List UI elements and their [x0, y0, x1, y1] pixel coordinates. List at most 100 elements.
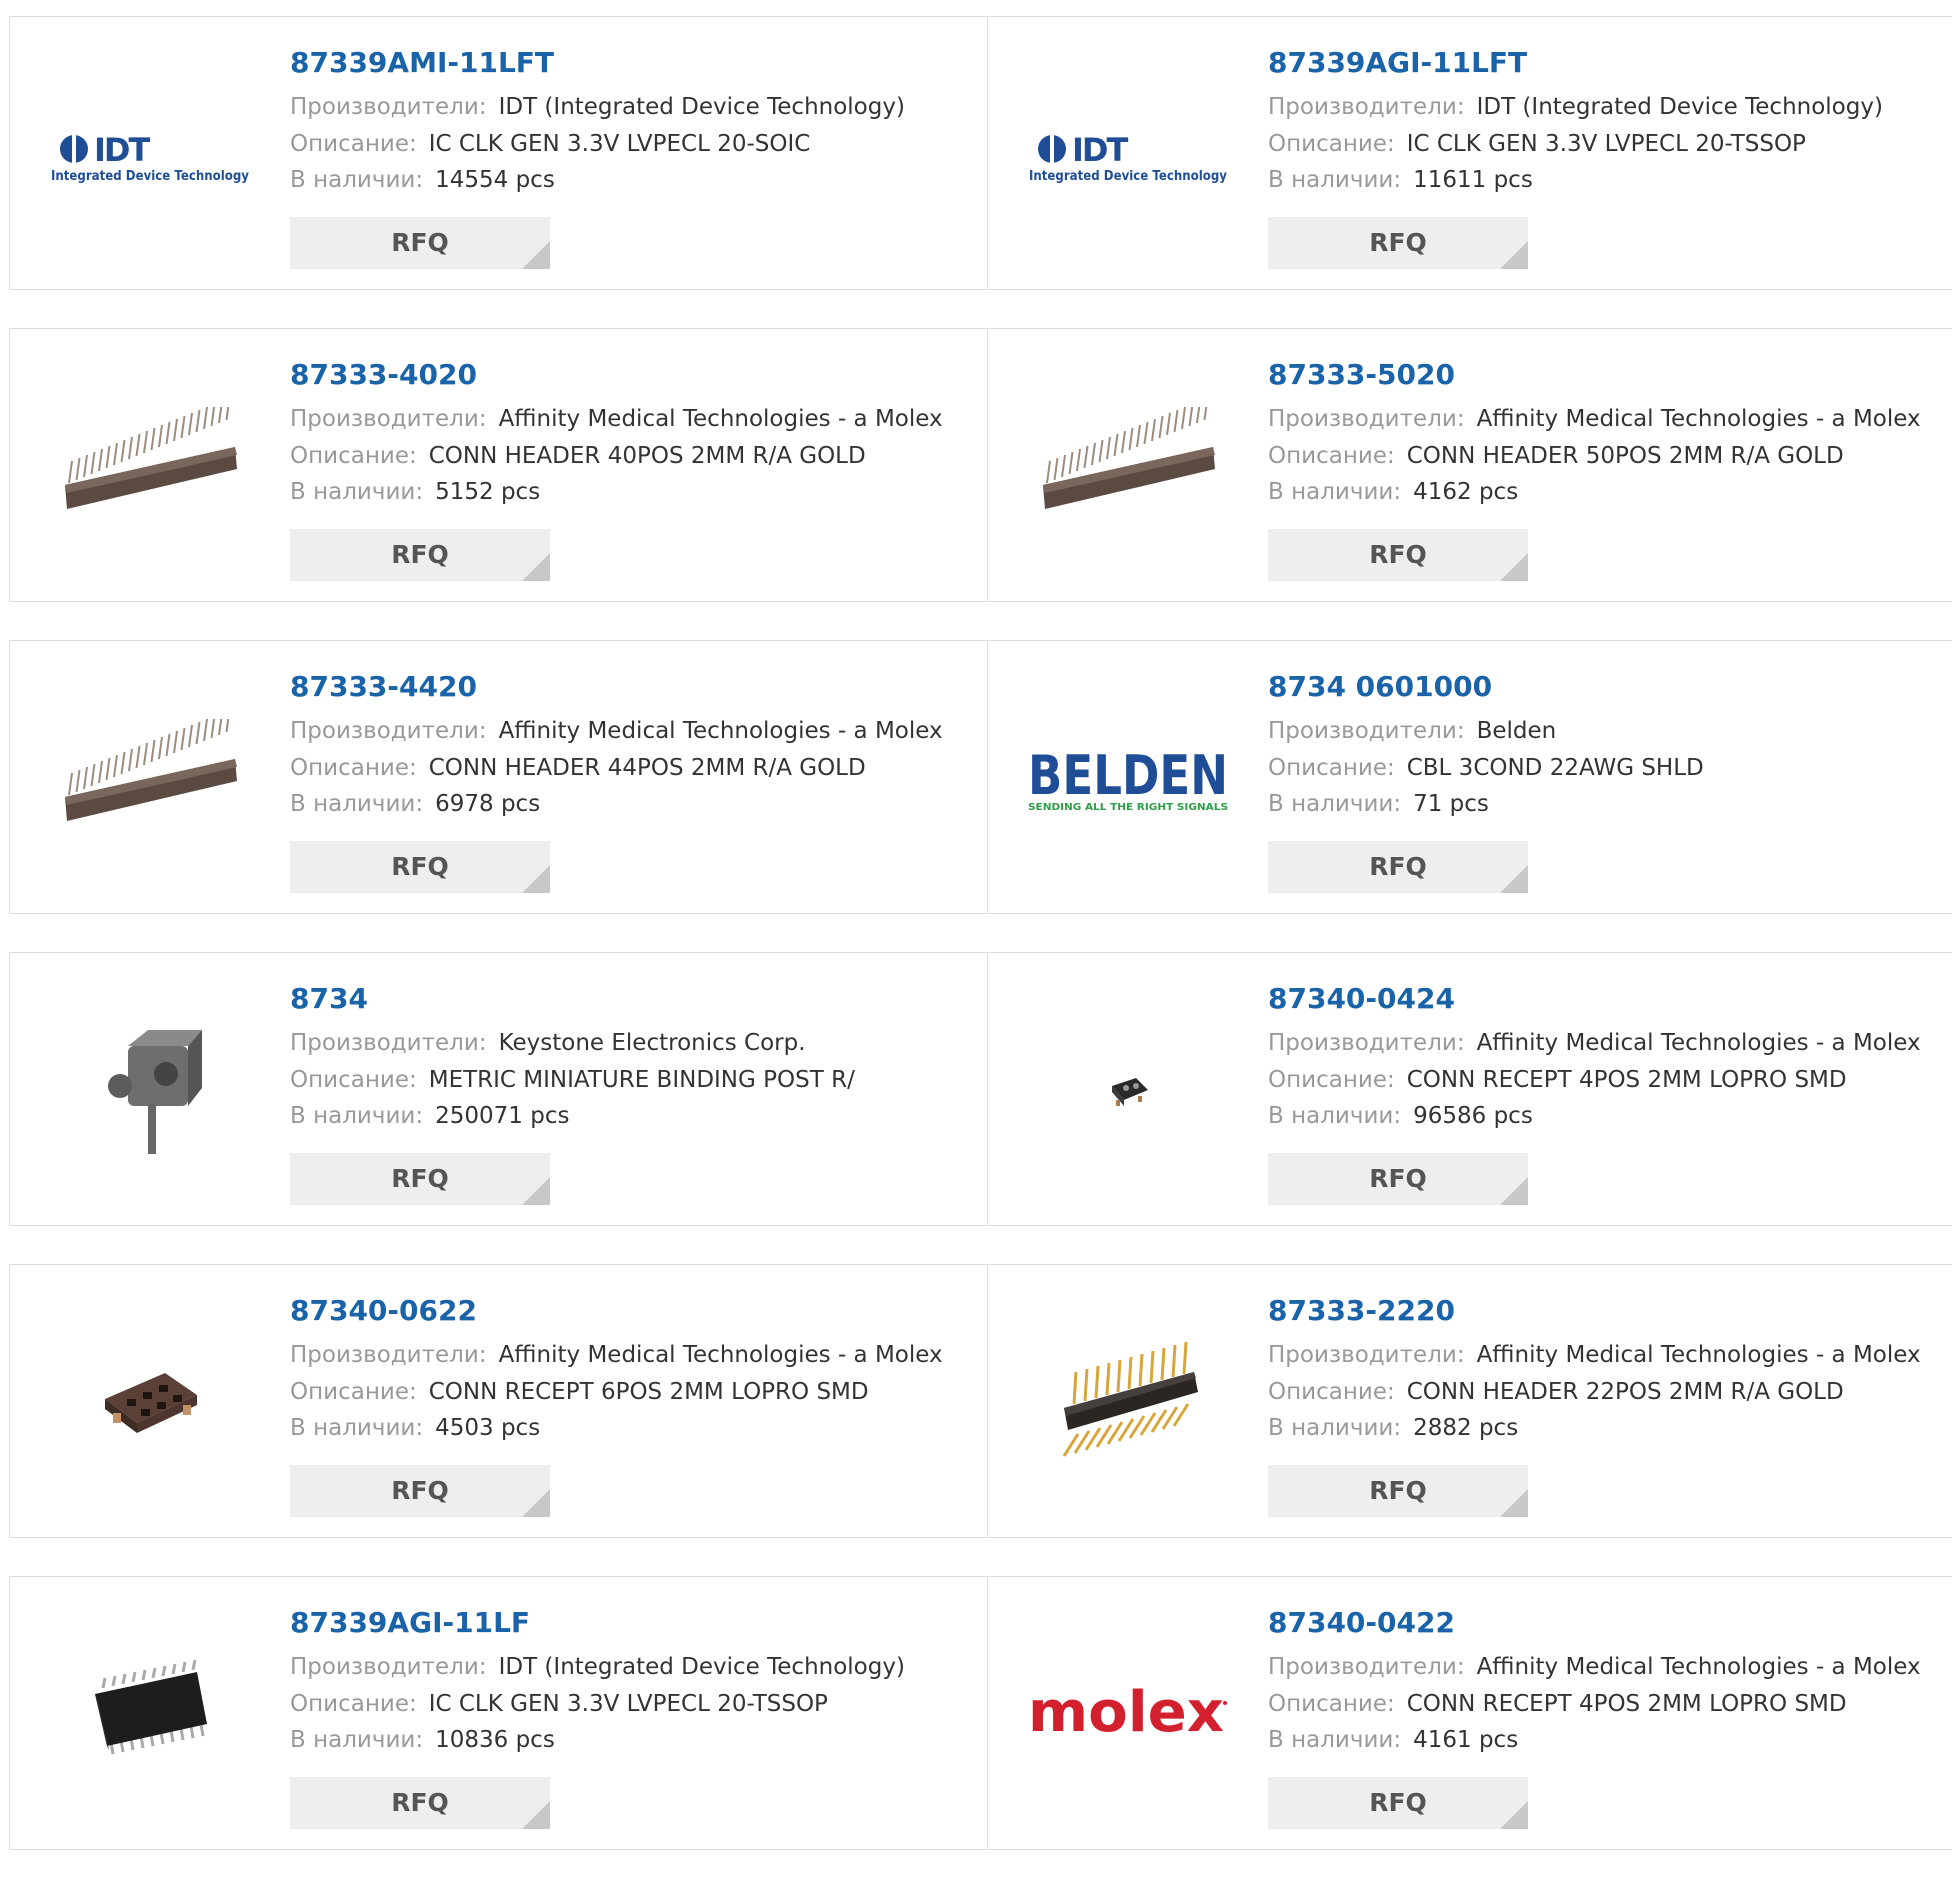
button-corner-decoration	[522, 1801, 550, 1829]
stock-label: В наличии:	[290, 479, 424, 505]
product-card: 87340-0424 Производители: Affinity Medica…	[987, 953, 1952, 1225]
rfq-button[interactable]: RFQ	[1268, 1153, 1528, 1205]
rfq-button[interactable]: RFQ	[1268, 841, 1528, 893]
stock-value: 14554 pcs	[435, 167, 555, 193]
part-number-link[interactable]: 8734	[290, 981, 855, 1017]
description-label: Описание:	[1268, 1690, 1395, 1717]
part-number-link[interactable]: 87340-0622	[290, 1293, 943, 1329]
manufacturer-label: Производители:	[290, 718, 487, 744]
product-row: 87333-4420 Производители: Affinity Medica…	[9, 640, 1952, 914]
product-card: 8734 Производители: Keystone Electronics …	[9, 953, 987, 1225]
svg-text:IDT: IDT	[1072, 131, 1128, 169]
stock-value: 96586 pcs	[1413, 1103, 1533, 1129]
stock-value: 5152 pcs	[435, 479, 541, 505]
product-card: molex 87340-0422 Производители: Affinity …	[987, 1577, 1952, 1849]
description-value: CONN HEADER 50POS 2MM R/A GOLD	[1406, 442, 1844, 469]
product-card: 87333-2220 Производители: Affinity Medica…	[987, 1265, 1952, 1537]
rfq-button[interactable]: RFQ	[290, 217, 550, 269]
rfq-button[interactable]: RFQ	[1268, 529, 1528, 581]
manufacturer-line: Производители: Affinity Medical Technolog…	[290, 401, 943, 438]
manufacturer-value: Affinity Medical Technologies - a Molex	[1476, 1654, 1921, 1680]
stock-value: 4161 pcs	[1413, 1727, 1519, 1753]
idt-logo-icon: IDT Integrated Device Technology	[51, 131, 249, 184]
idt-logo-icon: IDT Integrated Device Technology	[1029, 131, 1227, 184]
manufacturer-line: Производители: Affinity Medical Technolog…	[1268, 1337, 1921, 1374]
product-image[interactable]	[50, 1303, 250, 1503]
rfq-button[interactable]: RFQ	[290, 529, 550, 581]
stock-label: В наличии:	[290, 791, 424, 817]
product-image[interactable]	[1028, 991, 1228, 1191]
manufacturer-value: Affinity Medical Technologies - a Molex	[1476, 406, 1921, 432]
product-card: 87333-4020 Производители: Affinity Medica…	[9, 329, 987, 601]
manufacturer-label: Производители:	[1268, 1030, 1465, 1056]
description-value: CONN HEADER 44POS 2MM R/A GOLD	[428, 754, 866, 781]
receptacle-6pos-icon	[105, 1373, 197, 1433]
rfq-button[interactable]: RFQ	[290, 1153, 550, 1205]
manufacturer-label: Производители:	[290, 406, 487, 432]
manufacturer-label: Производители:	[1268, 94, 1465, 120]
stock-line: В наличии: 14554 pcs	[290, 162, 905, 199]
svg-text:BELDEN: BELDEN	[1028, 744, 1228, 807]
rfq-button[interactable]: RFQ	[1268, 217, 1528, 269]
product-image[interactable]	[50, 679, 250, 879]
svg-text:Integrated Device Technology: Integrated Device Technology	[1029, 169, 1227, 184]
button-corner-decoration	[522, 1177, 550, 1205]
part-number-link[interactable]: 87333-4020	[290, 357, 943, 393]
manufacturer-line: Производители: Affinity Medical Technolog…	[290, 1337, 943, 1374]
product-info: 87340-0424 Производители: Affinity Medica…	[1268, 981, 1921, 1135]
rfq-button[interactable]: RFQ	[1268, 1465, 1528, 1517]
part-number-link[interactable]: 87333-5020	[1268, 357, 1921, 393]
rfq-button[interactable]: RFQ	[290, 1465, 550, 1517]
button-corner-decoration	[1500, 553, 1528, 581]
part-number-link[interactable]: 87333-2220	[1268, 1293, 1921, 1329]
rfq-button[interactable]: RFQ	[290, 1777, 550, 1829]
stock-label: В наличии:	[1268, 1727, 1402, 1753]
manufacturer-value: Affinity Medical Technologies - a Molex	[1476, 1030, 1921, 1056]
product-image[interactable]	[50, 367, 250, 567]
part-number-link[interactable]: 87340-0422	[1268, 1605, 1921, 1641]
description-line: Описание: CBL 3COND 22AWG SHLD	[1268, 750, 1704, 787]
description-label: Описание:	[290, 1378, 417, 1405]
product-image[interactable]: IDT Integrated Device Technology	[50, 55, 250, 255]
small-receptacle-icon	[1112, 1078, 1148, 1106]
rfq-button[interactable]: RFQ	[290, 841, 550, 893]
description-line: Описание: CONN HEADER 44POS 2MM R/A GOLD	[290, 750, 943, 787]
stock-line: В наличии: 11611 pcs	[1268, 162, 1883, 199]
button-corner-decoration	[522, 553, 550, 581]
button-corner-decoration	[522, 1489, 550, 1517]
part-number-link[interactable]: 87333-4420	[290, 669, 943, 705]
manufacturer-label: Производители:	[290, 1654, 487, 1680]
product-image[interactable]	[50, 991, 250, 1191]
product-grid: IDT Integrated Device Technology 87339AM…	[9, 16, 1952, 1888]
product-info: 8734 0601000 Производители: Belden Описан…	[1268, 669, 1704, 823]
description-line: Описание: CONN RECEPT 4POS 2MM LOPRO SMD	[1268, 1686, 1921, 1723]
part-number-link[interactable]: 87340-0424	[1268, 981, 1921, 1017]
manufacturer-line: Производители: Affinity Medical Technolog…	[1268, 1025, 1921, 1062]
stock-label: В наличии:	[290, 1103, 424, 1129]
product-image[interactable]	[50, 1615, 250, 1815]
product-image[interactable]: IDT Integrated Device Technology	[1028, 55, 1228, 255]
product-image[interactable]: BELDEN SENDING ALL THE RIGHT SIGNALS	[1028, 679, 1228, 879]
manufacturer-line: Производители: IDT (Integrated Device Tec…	[1268, 89, 1883, 126]
product-image[interactable]: molex	[1028, 1615, 1228, 1815]
description-line: Описание: CONN HEADER 22POS 2MM R/A GOLD	[1268, 1374, 1921, 1411]
rfq-button[interactable]: RFQ	[1268, 1777, 1528, 1829]
header-connector-icon	[65, 719, 237, 821]
part-number-link[interactable]: 87339AGI-11LF	[290, 1605, 905, 1641]
description-label: Описание:	[1268, 130, 1395, 157]
product-info: 87333-4020 Производители: Affinity Medica…	[290, 357, 943, 511]
stock-label: В наличии:	[290, 1727, 424, 1753]
part-number-link[interactable]: 87339AMI-11LFT	[290, 45, 905, 81]
description-value: CONN HEADER 22POS 2MM R/A GOLD	[1406, 1378, 1844, 1405]
product-image[interactable]	[1028, 1303, 1228, 1503]
stock-label: В наличии:	[1268, 1103, 1402, 1129]
rfq-button-label: RFQ	[391, 852, 449, 881]
part-number-link[interactable]: 8734 0601000	[1268, 669, 1704, 705]
product-image[interactable]	[1028, 367, 1228, 567]
header-connector-icon	[65, 407, 237, 509]
part-number-link[interactable]: 87339AGI-11LFT	[1268, 45, 1883, 81]
description-label: Описание:	[1268, 442, 1395, 469]
description-value: CBL 3COND 22AWG SHLD	[1406, 754, 1704, 781]
product-row: 87340-0622 Производители: Affinity Medica…	[9, 1264, 1952, 1538]
description-value: IC CLK GEN 3.3V LVPECL 20-SOIC	[428, 130, 811, 157]
